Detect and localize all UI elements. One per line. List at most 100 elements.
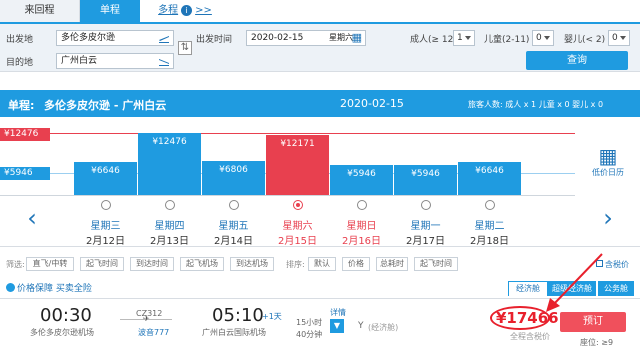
day-date[interactable]: 2月18日 (458, 232, 521, 247)
infant-label: 婴儿(< 2) (564, 35, 606, 45)
day-date[interactable]: 2月13日 (138, 232, 201, 247)
from-field[interactable]: 多伦多皮尔逊 (56, 30, 174, 46)
prev-week-arrow[interactable]: ‹ (22, 198, 42, 238)
day-weekday[interactable]: 星期四 (138, 217, 201, 232)
filter-label: 筛选: (6, 260, 25, 269)
departure-time: 00:30 (40, 305, 92, 326)
aircraft-type[interactable]: 波音777 (138, 327, 169, 338)
date-label: 出发时间 (196, 35, 233, 45)
info-icon: i (181, 5, 193, 16)
price-note: 全程含税价 (510, 332, 550, 341)
tab-round-trip[interactable]: 来回程 (0, 0, 80, 22)
sort-dep-time[interactable]: 起飞时间 (414, 257, 458, 271)
departure-airport: 多伦多皮尔逊机场 (30, 328, 94, 337)
low-price-calendar-label: 低价日历 (592, 168, 624, 177)
filter-dep-time[interactable]: 起飞时间 (80, 257, 124, 271)
max-price-tag: ¥12476 (0, 128, 50, 141)
trip-type: 单程: (8, 99, 35, 112)
child-select[interactable]: 0 (532, 30, 554, 46)
bar-price-label: ¥12171 (280, 139, 315, 149)
day-date[interactable]: 2月15日 (266, 232, 329, 247)
day-radio[interactable] (229, 200, 239, 210)
search-panel: 出发地 多伦多皮尔逊 目的地 广州白云 ⇅ 出发时间 2020-02-15 星期… (0, 22, 640, 72)
bar-price-label: ¥6646 (91, 166, 120, 176)
sort-default[interactable]: 默认 (308, 257, 336, 271)
arrival-time: 05:10 (212, 305, 264, 326)
airplane-icon: ✈ (143, 314, 150, 323)
route-title: 多伦多皮尔逊 - 广州白云 (44, 99, 167, 112)
passenger-count: 旅客人数: 成人 x 1 儿童 x 0 婴儿 x 0 (468, 100, 604, 109)
detail-link[interactable]: 详情 (330, 307, 346, 318)
arrival-airport: 广州白云国际机场 (202, 328, 266, 337)
bar-price-label: ¥5946 (347, 169, 376, 179)
chart-baseline (0, 195, 575, 196)
day-weekday[interactable]: 星期六 (266, 217, 329, 232)
adult-label: 成人(≥ 12) (410, 35, 457, 45)
swap-icon[interactable]: ⇅ (178, 41, 192, 55)
date-value: 2020-02-15 (251, 33, 304, 43)
infant-select[interactable]: 0 (608, 30, 630, 46)
day-radio[interactable] (101, 200, 111, 210)
sort-price[interactable]: 价格 (342, 257, 370, 271)
low-price-calendar[interactable]: ▦ 低价日历 (588, 145, 628, 178)
day-weekday[interactable]: 星期三 (74, 217, 137, 232)
calendar-grid-icon: ▦ (598, 144, 618, 168)
duration-minutes: 40分钟 (296, 330, 323, 339)
book-button[interactable]: 预订 (560, 312, 626, 332)
bar-price-label: ¥6806 (219, 165, 248, 175)
tab-multi-suffix: >> (195, 5, 212, 16)
tab-multi-label: 多程 (158, 5, 179, 16)
to-label: 目的地 (6, 58, 34, 68)
day-weekday[interactable]: 星期二 (458, 217, 521, 232)
day-date[interactable]: 2月17日 (394, 232, 457, 247)
price-calendar: ¥12476 ¥5946 ▦ 低价日历 ¥6646 星期三 2月12日 ¥12476 星… (0, 117, 640, 247)
day-radio[interactable] (357, 200, 367, 210)
day-weekday[interactable]: 星期五 (202, 217, 265, 232)
cabin-class: Y (358, 321, 364, 331)
search-button[interactable]: 查询 (526, 51, 628, 70)
filter-arr-airport[interactable]: 到达机场 (230, 257, 274, 271)
to-value: 广州白云 (61, 56, 98, 66)
day-radio[interactable] (485, 200, 495, 210)
max-price-line (0, 133, 575, 134)
annotation-arrow (546, 253, 603, 312)
day-radio[interactable] (293, 200, 303, 210)
tab-multi-city[interactable]: 多程 i >> (150, 0, 220, 22)
bar-price-label: ¥12476 (152, 137, 187, 147)
filter-direct[interactable]: 直飞/中转 (26, 257, 74, 271)
price-guarantee[interactable]: 价格保障 买卖全险 (6, 281, 92, 294)
from-value: 多伦多皮尔逊 (61, 33, 116, 43)
day-weekday[interactable]: 星期日 (330, 217, 393, 232)
expand-chevron-icon[interactable]: ▼ (330, 319, 344, 333)
arrival-day-offset: +1天 (262, 312, 282, 321)
filter-arr-time[interactable]: 到达时间 (130, 257, 174, 271)
insurance-label: 买卖全险 (55, 284, 92, 294)
bar-price-label: ¥5946 (411, 169, 440, 179)
cabin-class-note: (经济舱) (368, 323, 399, 332)
adult-select[interactable]: 1 (453, 30, 475, 46)
date-weekday: 星期六 (329, 33, 353, 42)
day-date[interactable]: 2月12日 (74, 232, 137, 247)
bar-price-label: ¥6646 (475, 166, 504, 176)
duration-hours: 15小时 (296, 318, 323, 327)
calendar-icon: ▦ (351, 31, 362, 44)
child-label: 儿童(2-11) (484, 35, 530, 45)
seats-available: 座位: ≥9 (580, 338, 614, 347)
date-field[interactable]: 2020-02-15 星期六 ▦ (246, 30, 366, 46)
tab-one-way[interactable]: 单程 (80, 0, 140, 22)
takeoff-icon (159, 36, 169, 43)
day-radio[interactable] (421, 200, 431, 210)
min-price-tag: ¥5946 (0, 167, 50, 180)
shield-icon (6, 283, 15, 292)
guarantee-label: 价格保障 (17, 284, 54, 294)
sort-label: 排序: (286, 260, 305, 269)
day-date[interactable]: 2月14日 (202, 232, 265, 247)
day-date[interactable]: 2月16日 (330, 232, 393, 247)
landing-icon (159, 59, 169, 66)
sort-duration[interactable]: 总耗时 (376, 257, 408, 271)
filter-dep-airport[interactable]: 起飞机场 (180, 257, 224, 271)
day-radio[interactable] (165, 200, 175, 210)
day-weekday[interactable]: 星期一 (394, 217, 457, 232)
to-field[interactable]: 广州白云 (56, 53, 174, 69)
next-week-arrow[interactable]: › (598, 198, 618, 238)
